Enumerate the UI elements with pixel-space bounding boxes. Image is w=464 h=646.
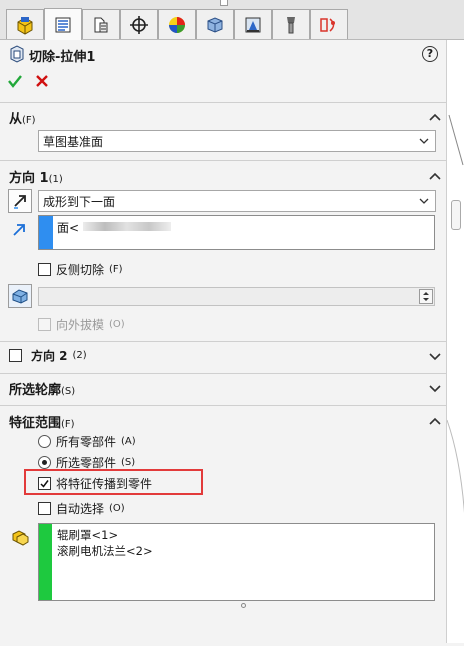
from-section-label: 从 xyxy=(9,112,23,127)
extruded-cut-feature-icon xyxy=(10,45,24,63)
tab-displaymanager[interactable] xyxy=(158,9,196,39)
auto-select-checkbox[interactable]: 自动选择 (O) xyxy=(38,500,125,517)
section-divider xyxy=(0,373,446,374)
direction2-label: 方向 2 xyxy=(31,349,68,363)
from-section-shortcut: (F) xyxy=(22,115,36,126)
selected-contours-label: 所选轮廓 xyxy=(9,383,62,398)
tab-simulation[interactable] xyxy=(234,9,272,39)
all-components-label: 所有零部件 xyxy=(56,435,117,449)
display-manager-tab-icon xyxy=(169,16,185,33)
tab-render[interactable] xyxy=(310,9,348,39)
tab-cam[interactable] xyxy=(196,9,234,39)
section-divider xyxy=(0,102,446,103)
face-selection-item[interactable]: 面< xyxy=(57,219,79,236)
feature-title: 切除-拉伸1 xyxy=(29,50,96,65)
chevron-down-icon[interactable] xyxy=(428,381,442,395)
draft-outward-checkbox[interactable]: 向外拔模 (O) xyxy=(38,316,125,333)
section-divider xyxy=(0,160,446,161)
draft-angle-spinbox[interactable] xyxy=(38,287,435,306)
chevron-down-icon[interactable] xyxy=(428,349,442,363)
chevron-up-icon[interactable] xyxy=(428,414,442,428)
chevron-up-icon[interactable] xyxy=(428,110,442,124)
feature-scope-shortcut: (F) xyxy=(61,419,75,430)
spinner-arrows-icon xyxy=(423,292,429,301)
checkbox-unchecked[interactable] xyxy=(38,263,51,276)
direction1-section-header[interactable]: 方向 1(1) xyxy=(9,167,63,186)
checkbox-unchecked[interactable] xyxy=(38,502,51,515)
selected-contours-shortcut: (S) xyxy=(61,386,76,397)
section-divider xyxy=(0,341,446,342)
end-condition-select[interactable]: 成形到下一面 xyxy=(38,190,436,212)
render-tab-icon xyxy=(320,17,335,32)
direction1-label: 方向 1 xyxy=(9,171,49,186)
tool-tab-icon xyxy=(287,16,295,33)
components-selection-box[interactable]: 辊刷罩<1> 滚刷电机法兰<2> xyxy=(38,523,435,601)
direction1-shortcut: (1) xyxy=(48,174,63,185)
draft-outward-shortcut: (O) xyxy=(109,319,125,330)
direction2-section-header[interactable]: 方向 2 (2) xyxy=(9,347,87,364)
dimxpert-tab-icon xyxy=(130,15,148,34)
checkbox-disabled xyxy=(38,318,51,331)
flip-side-shortcut: (F) xyxy=(109,264,123,275)
radio-unselected[interactable] xyxy=(38,435,51,448)
panel-resize-grip[interactable] xyxy=(451,200,461,230)
panel-splitter-handle[interactable] xyxy=(220,0,228,6)
configuration-manager-tab-icon xyxy=(94,17,108,32)
draft-outward-label: 向外拔模 xyxy=(56,318,105,332)
tab-dimxpert[interactable] xyxy=(120,9,158,39)
face-vertex-arrow-icon xyxy=(13,224,25,236)
tab-featuremanager[interactable] xyxy=(6,9,44,39)
feature-scope-header[interactable]: 特征范围(F) xyxy=(9,412,75,431)
selection-color-bar xyxy=(39,524,52,600)
auto-select-label: 自动选择 xyxy=(56,502,105,516)
all-components-radio[interactable]: 所有零部件 (A) xyxy=(38,433,136,450)
highlight-box xyxy=(24,469,203,495)
spinner-buttons[interactable] xyxy=(419,289,433,304)
component-item[interactable]: 辊刷罩<1> xyxy=(57,527,118,543)
section-divider xyxy=(0,405,446,406)
feature-scope-label: 特征范围 xyxy=(9,416,62,431)
flip-side-label: 反侧切除 xyxy=(56,263,105,277)
manager-tab-strip xyxy=(0,0,464,40)
from-section-header[interactable]: 从(F) xyxy=(9,108,36,127)
tab-propertymanager[interactable] xyxy=(44,8,82,40)
featuremanager-tab-icon xyxy=(17,16,33,35)
propertymanager-tab-icon xyxy=(55,17,71,32)
chevron-up-icon[interactable] xyxy=(428,169,442,183)
all-components-shortcut: (A) xyxy=(121,436,136,447)
reverse-direction-icon xyxy=(14,195,26,209)
components-icon xyxy=(12,530,29,546)
flip-side-cut-checkbox[interactable]: 反侧切除 (F) xyxy=(38,261,123,278)
chevron-down-icon xyxy=(419,138,429,144)
tab-tool[interactable] xyxy=(272,9,310,39)
list-resize-handle[interactable] xyxy=(241,603,246,608)
tab-configurationmanager[interactable] xyxy=(82,9,120,39)
end-condition-value: 成形到下一面 xyxy=(43,194,116,209)
start-condition-value: 草图基准面 xyxy=(43,134,104,149)
auto-select-shortcut: (O) xyxy=(109,503,125,514)
simulation-tab-icon xyxy=(245,17,261,32)
graphics-edge-lines xyxy=(446,114,464,514)
selected-contours-header[interactable]: 所选轮廓(S) xyxy=(9,379,75,398)
cancel-x-icon[interactable] xyxy=(35,74,49,88)
draft-icon xyxy=(12,289,28,304)
direction2-shortcut: (2) xyxy=(72,350,87,361)
component-item[interactable]: 滚刷电机法兰<2> xyxy=(57,543,153,559)
reverse-direction-button[interactable] xyxy=(8,189,32,213)
cam-tab-icon xyxy=(207,16,223,33)
direction2-checkbox[interactable] xyxy=(9,349,22,362)
help-icon[interactable]: ? xyxy=(422,46,438,62)
face-selection-box[interactable]: 面< xyxy=(38,215,435,250)
start-condition-select[interactable]: 草图基准面 xyxy=(38,130,436,152)
ok-checkmark-icon[interactable] xyxy=(7,73,23,89)
graphics-area-edge xyxy=(446,40,464,643)
chevron-down-icon xyxy=(419,198,429,204)
draft-toggle-button[interactable] xyxy=(8,284,32,308)
blurred-face-name xyxy=(83,222,171,231)
radio-selected[interactable] xyxy=(38,456,51,469)
selected-components-shortcut: (S) xyxy=(121,457,136,468)
selection-color-bar xyxy=(39,216,53,249)
